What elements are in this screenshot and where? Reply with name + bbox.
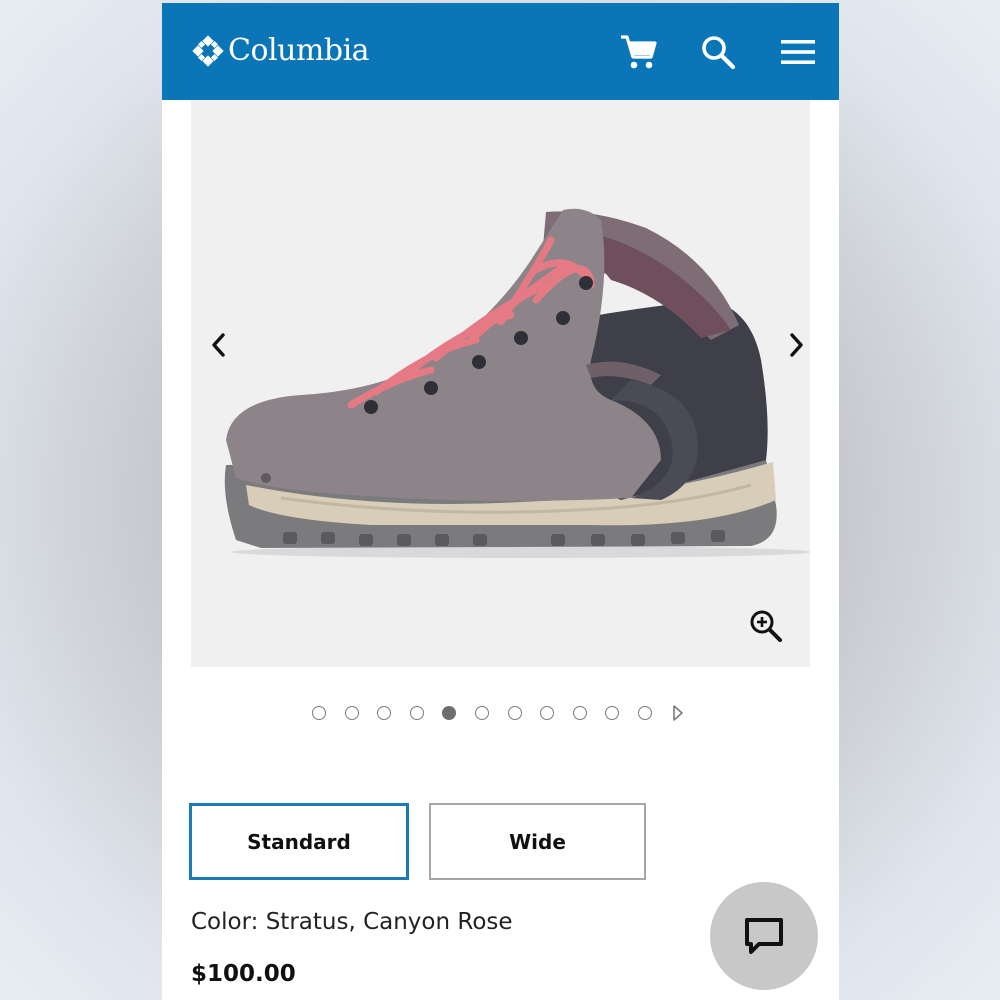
carousel-dot[interactable]	[377, 706, 392, 720]
menu-icon	[781, 40, 815, 64]
search-button[interactable]	[697, 31, 739, 73]
dots-next-button[interactable]	[671, 703, 685, 723]
chat-button[interactable]	[710, 882, 818, 990]
carousel-dots	[312, 703, 685, 723]
carousel-dot[interactable]	[409, 706, 424, 720]
next-image-button[interactable]	[776, 325, 816, 365]
carousel-dot[interactable]	[312, 706, 326, 720]
chevron-right-icon	[790, 333, 803, 357]
search-icon	[702, 36, 736, 70]
zoom-button[interactable]	[744, 604, 788, 648]
carousel-dot[interactable]	[474, 706, 489, 720]
width-option-standard-label: Standard	[247, 829, 351, 854]
carousel-dot[interactable]	[605, 706, 620, 720]
cart-button[interactable]	[617, 31, 659, 73]
columbia-diamond-icon	[192, 35, 224, 67]
previous-image-button[interactable]	[199, 325, 239, 365]
carousel-dot[interactable]	[344, 706, 359, 720]
columbia-logo[interactable]: Columbia	[190, 33, 370, 69]
menu-button[interactable]	[777, 31, 819, 73]
chat-icon	[745, 918, 783, 954]
brand-name: Columbia	[228, 33, 370, 68]
site-header: Columbia	[162, 3, 839, 100]
boot-image	[224, 208, 810, 558]
product-image-gallery[interactable]	[191, 100, 810, 667]
triangle-right-icon	[672, 705, 683, 721]
carousel-dot-active[interactable]	[442, 706, 457, 720]
zoom-in-icon	[750, 610, 782, 642]
carousel-dot[interactable]	[637, 706, 652, 720]
product-price: $100.00	[191, 961, 296, 987]
carousel-dot[interactable]	[540, 706, 555, 720]
phone-screen: Columbia Standard Wide Color: Stratus, C…	[162, 3, 839, 1000]
chevron-left-icon	[212, 333, 225, 357]
width-option-wide[interactable]: Wide	[429, 803, 646, 880]
width-option-wide-label: Wide	[509, 829, 566, 854]
width-option-standard[interactable]: Standard	[189, 803, 409, 880]
carousel-dot[interactable]	[572, 706, 587, 720]
cart-icon	[621, 35, 657, 69]
carousel-dot[interactable]	[507, 706, 522, 720]
product-color: Color: Stratus, Canyon Rose	[191, 909, 513, 935]
